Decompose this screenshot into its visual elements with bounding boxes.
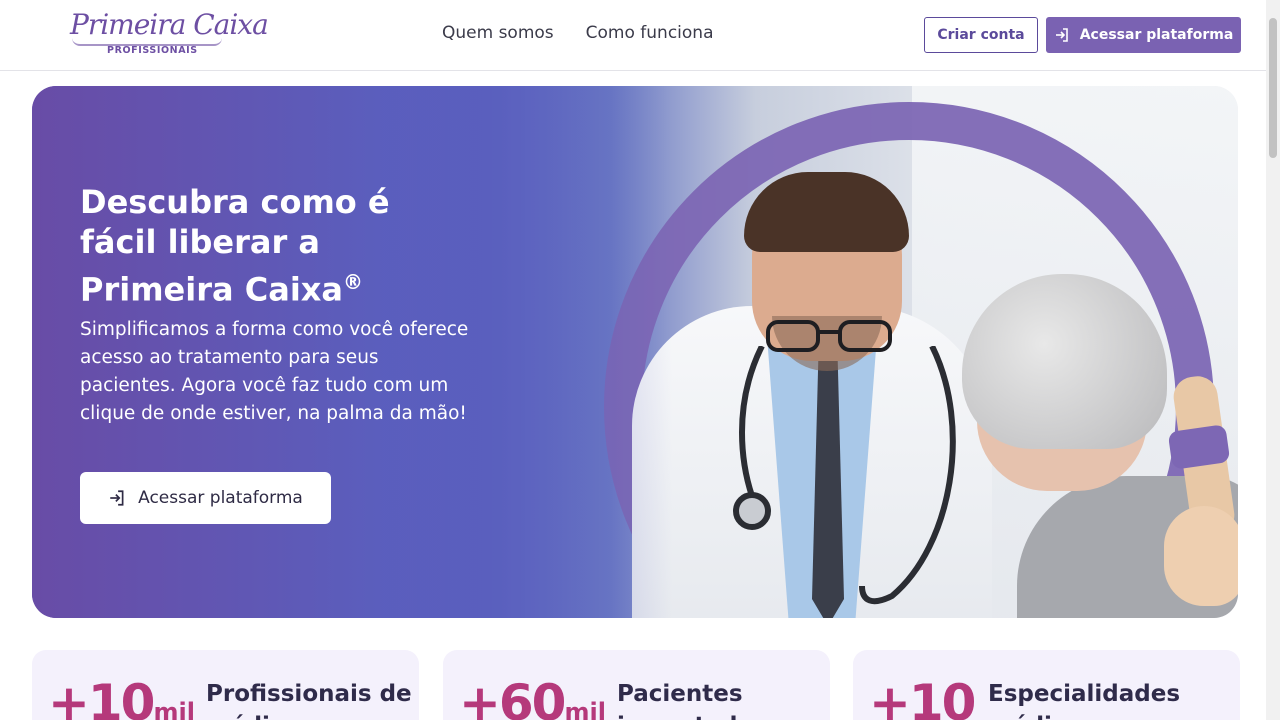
stat-card-specialties: +10 Especialidades médicas <box>853 650 1240 720</box>
logo-wordmark: Primeira Caixa <box>70 8 269 41</box>
logo-subtitle: PROFISSIONAIS <box>107 45 198 56</box>
stat-label: Profissionais de médicos <box>206 681 412 720</box>
registered-mark: ® <box>343 270 364 294</box>
login-arrow-icon <box>110 490 124 506</box>
access-platform-header-label: Acessar plataforma <box>1079 27 1234 43</box>
stat-number: +10mil <box>48 674 195 720</box>
login-arrow-icon <box>1055 28 1068 42</box>
nav-quem-somos[interactable]: Quem somos <box>442 23 554 43</box>
illustrated-cuff <box>1167 424 1231 470</box>
stat-number: +60mil <box>459 674 606 720</box>
access-platform-hero-label: Acessar plataforma <box>138 488 303 508</box>
access-platform-hero-button[interactable]: Acessar plataforma <box>80 472 331 524</box>
scrollbar-thumb[interactable] <box>1269 18 1277 158</box>
stat-unit: mil <box>153 698 195 720</box>
stat-label: Especialidades médicas <box>988 681 1181 720</box>
stat-value: +60 <box>459 674 566 720</box>
stat-card-patients: +60mil Pacientes impactados <box>443 650 830 720</box>
hero-banner: Descubra como é fácil liberar a Primeira… <box>32 86 1238 618</box>
stethoscope <box>733 346 956 605</box>
page-scrollbar[interactable] <box>1266 0 1280 720</box>
illustrated-hand <box>1164 506 1238 606</box>
stat-unit: mil <box>564 698 606 720</box>
stat-value: +10 <box>48 674 155 720</box>
create-account-button[interactable]: Criar conta <box>924 17 1038 53</box>
access-platform-header-button[interactable]: Acessar plataforma <box>1046 17 1241 53</box>
main-nav: Quem somos Como funciona <box>442 23 714 43</box>
stat-value: +10 <box>869 674 976 720</box>
nav-como-funciona[interactable]: Como funciona <box>586 23 714 43</box>
site-header: Primeira Caixa PROFISSIONAIS Quem somos … <box>0 0 1266 71</box>
stat-label: Pacientes impactados <box>617 681 767 720</box>
hero-description: Simplificamos a forma como você oferece … <box>80 319 469 424</box>
page: Primeira Caixa PROFISSIONAIS Quem somos … <box>0 0 1280 720</box>
stat-number: +10 <box>869 674 976 720</box>
primeira-caixa-logo[interactable]: Primeira Caixa PROFISSIONAIS <box>70 8 269 60</box>
hero-title: Descubra como é fácil liberar a Primeira… <box>80 182 460 310</box>
stat-card-professionals: +10mil Profissionais de médicos <box>32 650 419 720</box>
